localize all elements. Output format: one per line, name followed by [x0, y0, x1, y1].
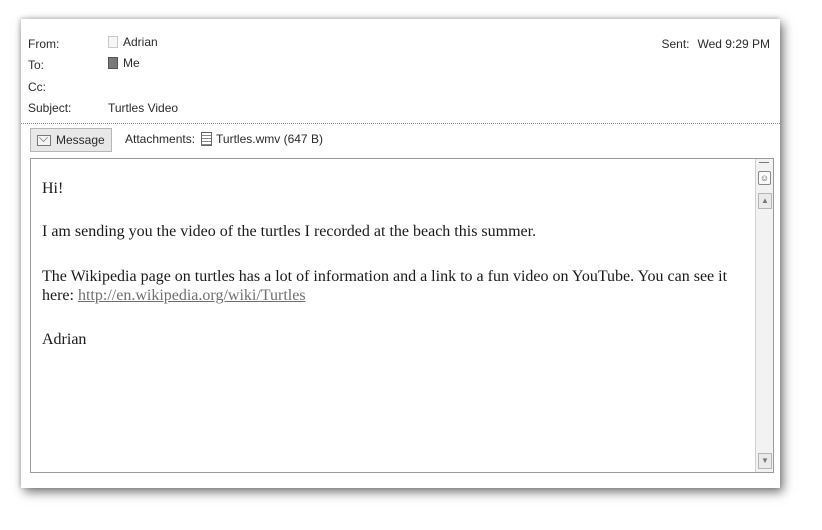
sent-info: Sent: Wed 9:29 PM — [661, 37, 770, 51]
email-window: From: Adrian To: Me Cc: Subject: Turtles… — [21, 19, 780, 488]
attachments-row: Attachments: Turtles.wmv (647 B) — [125, 128, 323, 150]
sender-card-icon[interactable]: ☺ — [758, 171, 771, 185]
vertical-scrollbar[interactable]: ☺ ▲ ▼ — [755, 159, 773, 472]
scroll-down-icon[interactable]: ▼ — [758, 453, 772, 469]
from-field[interactable]: Adrian — [108, 35, 158, 49]
sent-label: Sent: — [661, 37, 690, 51]
wikipedia-link[interactable]: http://en.wikipedia.org/wiki/Turtles — [78, 287, 306, 304]
scrollbar-top-line — [759, 162, 769, 163]
message-body[interactable]: Hi! I am sending you the video of the tu… — [30, 158, 774, 473]
scroll-up-icon[interactable]: ▲ — [758, 193, 772, 209]
from-label: From: — [28, 37, 60, 51]
cc-label: Cc: — [28, 80, 46, 94]
to-label: To: — [28, 58, 45, 72]
attachment-filename[interactable]: Turtles.wmv (647 B) — [216, 132, 323, 146]
subject-label: Subject: — [28, 101, 72, 115]
signature-text: Adrian — [42, 331, 87, 348]
message-tabbar: Message Attachments: Turtles.wmv (647 B) — [21, 125, 780, 153]
attachments-label: Attachments: — [125, 132, 196, 146]
message-header: From: Adrian To: Me Cc: Subject: Turtles… — [21, 19, 780, 123]
header-divider — [21, 123, 780, 124]
sent-value: Wed 9:29 PM — [697, 37, 770, 51]
to-value[interactable]: Me — [123, 56, 140, 70]
attachment-item[interactable]: Turtles.wmv (647 B) — [201, 132, 323, 146]
intro-text: I am sending you the video of the turtle… — [42, 223, 537, 240]
subject-value: Turtles Video — [108, 101, 179, 115]
greeting-text: Hi! — [42, 180, 64, 197]
from-value[interactable]: Adrian — [123, 35, 158, 49]
message-tab[interactable]: Message — [30, 128, 112, 152]
to-field[interactable]: Me — [108, 56, 140, 70]
wiki-paragraph: The Wikipedia page on turtles has a lot … — [42, 267, 742, 305]
envelope-icon — [37, 134, 51, 146]
presence-icon — [108, 57, 118, 69]
message-tab-label: Message — [56, 133, 105, 147]
presence-icon — [108, 36, 118, 48]
file-icon — [201, 132, 213, 146]
message-content: Hi! I am sending you the video of the tu… — [42, 179, 742, 349]
